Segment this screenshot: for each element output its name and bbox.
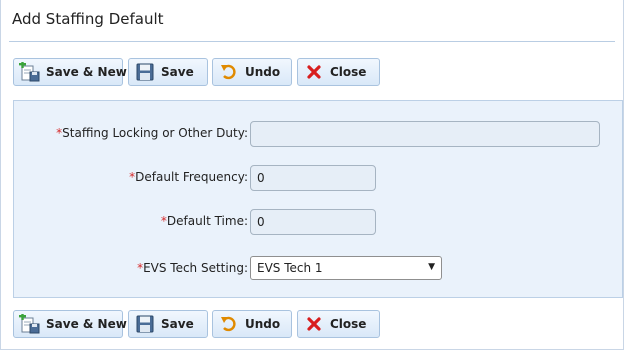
default-time-input[interactable] bbox=[250, 209, 376, 235]
close-button[interactable]: Close bbox=[297, 310, 380, 338]
close-label: Close bbox=[330, 65, 367, 79]
staffing-locking-input[interactable] bbox=[250, 121, 600, 147]
save-button[interactable]: Save bbox=[128, 310, 208, 338]
close-x-icon bbox=[303, 62, 325, 82]
evs-tech-setting-row: *EVS Tech Setting: EVS Tech 1 ▼ bbox=[14, 256, 624, 282]
save-new-icon bbox=[19, 314, 41, 334]
save-new-icon bbox=[19, 62, 41, 82]
add-staffing-default-dialog: Add Staffing Default Save & New Save Und… bbox=[0, 0, 624, 350]
save-button[interactable]: Save bbox=[128, 58, 208, 86]
save-label: Save bbox=[161, 317, 194, 331]
floppy-disk-icon bbox=[134, 62, 156, 82]
save-and-new-label: Save & New bbox=[46, 65, 127, 79]
close-label: Close bbox=[330, 317, 367, 331]
dialog-title: Add Staffing Default bbox=[12, 10, 164, 28]
staffing-locking-label: *Staffing Locking or Other Duty: bbox=[56, 126, 248, 140]
staffing-locking-row: *Staffing Locking or Other Duty: bbox=[14, 121, 624, 147]
evs-tech-setting-select[interactable]: EVS Tech 1 ▼ bbox=[250, 256, 442, 280]
save-and-new-button[interactable]: Save & New bbox=[13, 310, 127, 338]
undo-label: Undo bbox=[245, 317, 281, 331]
dropdown-arrow-icon: ▼ bbox=[428, 262, 435, 272]
undo-button[interactable]: Undo bbox=[212, 310, 292, 338]
default-time-row: *Default Time: bbox=[14, 209, 624, 235]
close-button[interactable]: Close bbox=[297, 58, 380, 86]
staffing-default-form: *Staffing Locking or Other Duty: *Defaul… bbox=[13, 100, 623, 298]
evs-tech-setting-label: *EVS Tech Setting: bbox=[137, 261, 248, 275]
floppy-disk-icon bbox=[134, 314, 156, 334]
save-and-new-label: Save & New bbox=[46, 317, 127, 331]
default-time-label: *Default Time: bbox=[160, 214, 248, 228]
save-and-new-button[interactable]: Save & New bbox=[13, 58, 127, 86]
undo-label: Undo bbox=[245, 65, 281, 79]
default-frequency-input[interactable] bbox=[250, 165, 376, 191]
save-label: Save bbox=[161, 65, 194, 79]
close-x-icon bbox=[303, 314, 325, 334]
undo-icon bbox=[218, 314, 240, 334]
undo-button[interactable]: Undo bbox=[212, 58, 292, 86]
evs-tech-setting-value: EVS Tech 1 bbox=[257, 261, 323, 275]
undo-icon bbox=[218, 62, 240, 82]
default-frequency-label: *Default Frequency: bbox=[129, 170, 248, 184]
default-frequency-row: *Default Frequency: bbox=[14, 165, 624, 191]
title-divider bbox=[9, 41, 615, 42]
